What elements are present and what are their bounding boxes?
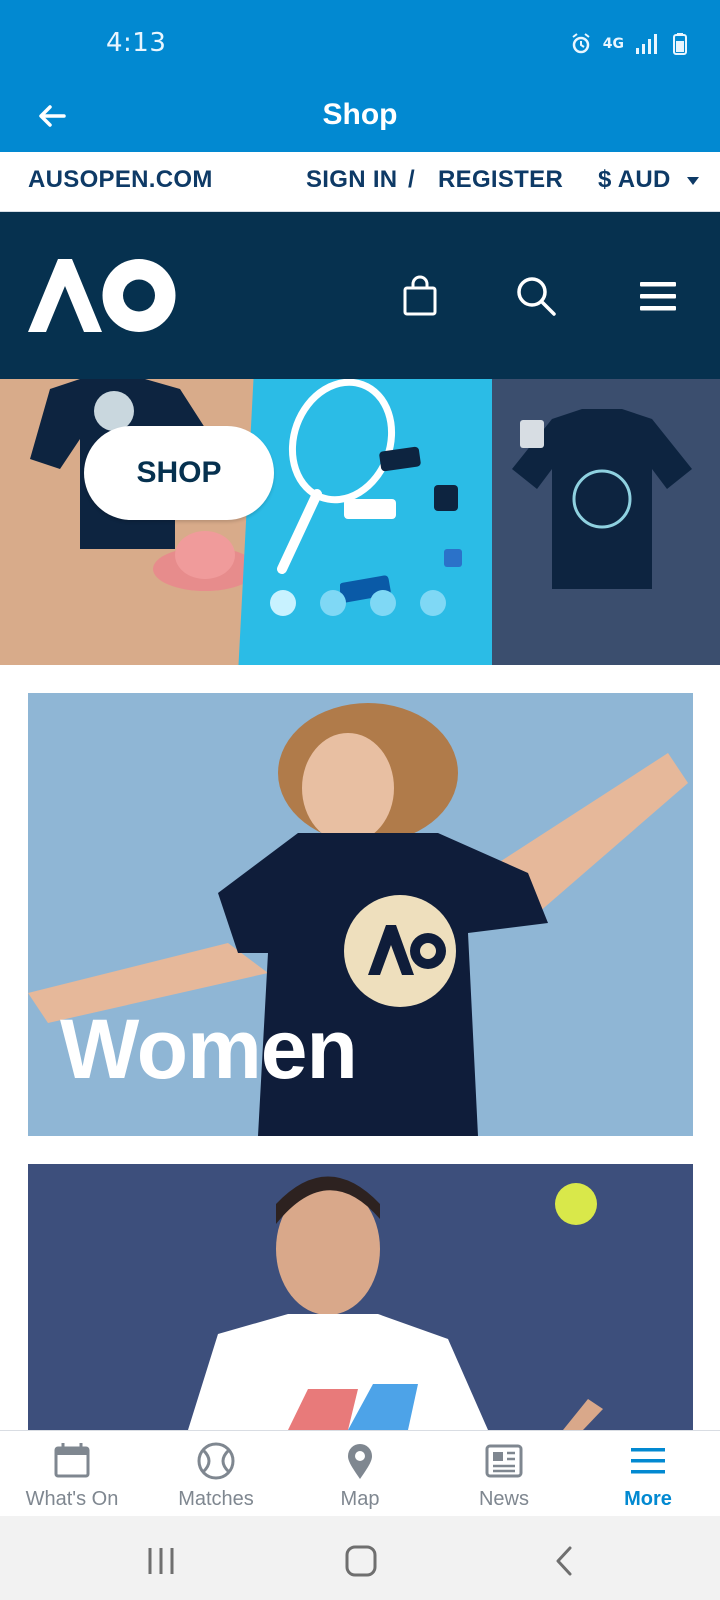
ao-logo[interactable] <box>28 259 176 332</box>
system-navigation-bar <box>0 1516 720 1600</box>
tennis-ball-icon <box>197 1442 235 1480</box>
currency-label: $ AUD <box>598 166 671 193</box>
back-icon[interactable] <box>548 1544 582 1578</box>
recent-apps-icon[interactable] <box>144 1544 178 1578</box>
carousel-dot-3[interactable] <box>370 590 396 616</box>
status-bar: 4:13 4G <box>0 0 720 88</box>
hero-panel-kids <box>0 379 264 665</box>
women-card-title: Women <box>60 1002 358 1096</box>
men-category-card[interactable] <box>28 1164 693 1430</box>
ausopen-link[interactable]: AUSOPEN.COM <box>28 166 213 194</box>
shopping-bag-icon[interactable] <box>398 274 442 318</box>
hero-shop-button[interactable]: SHOP <box>84 426 274 520</box>
page-title: Shop <box>322 98 398 131</box>
register-link[interactable]: REGISTER <box>438 166 563 194</box>
nav-map-label: Map <box>340 1488 380 1510</box>
nav-matches-label: Matches <box>178 1488 254 1510</box>
carousel-dots <box>270 590 446 616</box>
hamburger-icon <box>631 1448 665 1474</box>
carousel-dot-2[interactable] <box>320 590 346 616</box>
nav-news-label: News <box>478 1488 529 1510</box>
home-icon[interactable] <box>344 1544 378 1578</box>
wristbands-image <box>340 446 462 603</box>
alarm-icon <box>572 33 590 54</box>
women-category-card[interactable]: Women <box>28 693 693 1136</box>
nav-map[interactable]: Map <box>288 1431 432 1517</box>
caret-down-icon <box>686 176 699 185</box>
men-model-image <box>188 1176 603 1430</box>
news-icon <box>485 1444 523 1478</box>
links-bar: AUSOPEN.COM SIGN IN / REGISTER $ AUD <box>0 152 720 212</box>
link-separator: / <box>408 166 415 193</box>
network-type: 4G <box>602 36 624 52</box>
hero-shop-label: SHOP <box>136 456 222 489</box>
nav-news[interactable]: News <box>432 1431 576 1517</box>
hero-panel-apparel <box>492 379 720 665</box>
nav-more[interactable]: More <box>576 1431 720 1517</box>
sign-in-link[interactable]: SIGN IN <box>306 166 397 194</box>
menu-icon[interactable] <box>636 274 680 318</box>
signal-icon <box>636 34 657 54</box>
nav-matches[interactable]: Matches <box>144 1431 288 1517</box>
nav-whats-on-label: What's On <box>25 1488 119 1510</box>
battery-icon <box>673 33 687 55</box>
nav-whats-on[interactable]: What's On <box>0 1431 144 1517</box>
currency-selector[interactable]: $ AUD <box>598 166 700 194</box>
hero-banner[interactable]: SHOP <box>0 379 720 665</box>
brand-bar <box>0 212 720 379</box>
bottom-navigation: What's On Matches Map News More <box>0 1430 720 1516</box>
map-pin-icon <box>348 1444 372 1479</box>
carousel-dot-4[interactable] <box>420 590 446 616</box>
carousel-dot-1[interactable] <box>270 590 296 616</box>
calendar-icon <box>54 1443 90 1478</box>
status-time: 4:13 <box>106 28 167 58</box>
app-header: Shop <box>0 88 720 152</box>
status-icons: 4G <box>569 28 692 60</box>
mug-image <box>520 420 544 448</box>
nav-more-label: More <box>624 1488 672 1510</box>
search-icon[interactable] <box>514 274 558 318</box>
